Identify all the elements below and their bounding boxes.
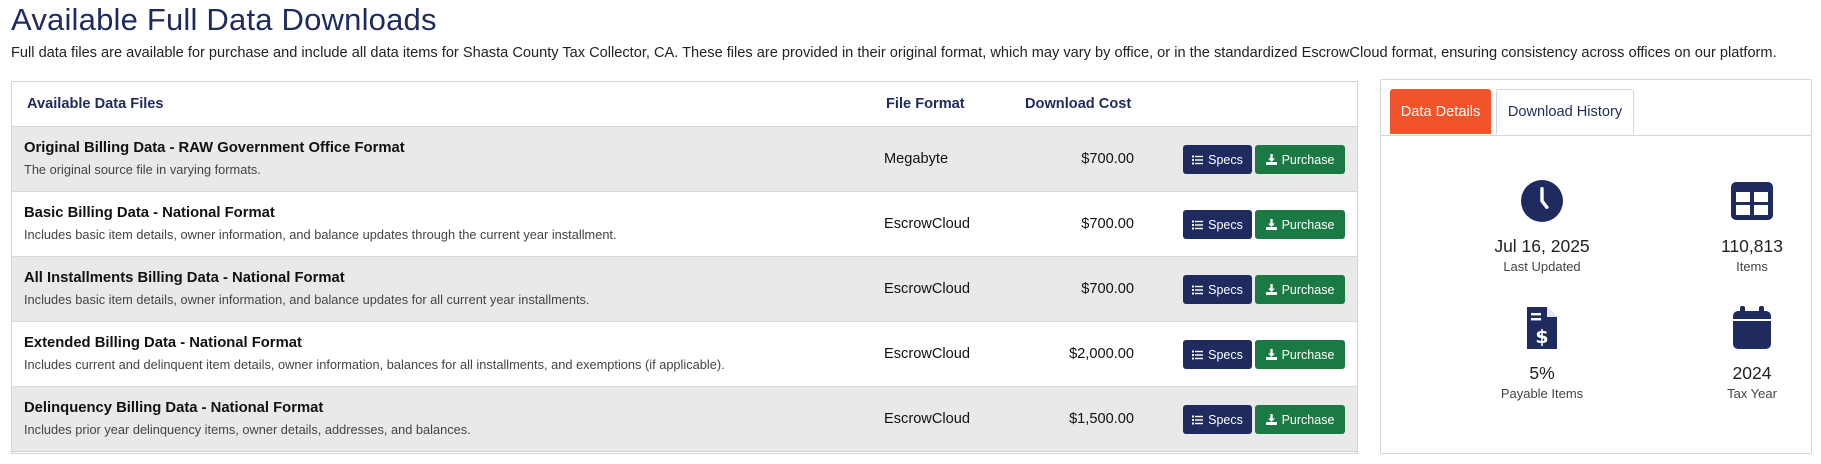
file-format: EscrowCloud [884, 411, 970, 427]
stat-label: Last Updated [1503, 259, 1581, 274]
list-icon [1192, 285, 1204, 294]
tab-data-details[interactable]: Data Details [1390, 89, 1491, 134]
list-icon [1192, 155, 1204, 164]
file-title: All Installments Billing Data - National… [24, 270, 345, 286]
specs-label: Specs [1208, 152, 1243, 167]
stat-label: Payable Items [1500, 386, 1584, 401]
file-format: EscrowCloud [884, 216, 970, 232]
specs-label: Specs [1208, 282, 1243, 297]
purchase-label: Purchase [1281, 347, 1335, 362]
purchase-button[interactable]: Purchase [1255, 275, 1345, 304]
table-row: Delinquency Billing Data - National Form… [12, 387, 1357, 452]
stat-tax-year: 2024 Tax Year [1662, 305, 1821, 401]
data-details-card: Data Details Download History Jul 16, 20… [1380, 79, 1812, 454]
list-icon [1192, 415, 1204, 424]
invoice-dollar-icon: $ [1527, 307, 1557, 349]
download-icon [1265, 414, 1277, 425]
specs-button[interactable]: Specs [1183, 210, 1252, 239]
stat-value: Jul 16, 2025 [1494, 236, 1590, 256]
purchase-button[interactable]: Purchase [1255, 340, 1345, 369]
download-icon [1265, 219, 1277, 230]
specs-button[interactable]: Specs [1183, 145, 1252, 174]
stat-items: 110,813 Items [1662, 178, 1821, 274]
header-available-files: Available Data Files [27, 96, 164, 112]
file-cost: $2,000.00 [1069, 346, 1134, 362]
list-icon [1192, 220, 1204, 229]
table-header: Available Data Files File Format Downloa… [12, 82, 1357, 127]
purchase-button[interactable]: Purchase [1255, 145, 1345, 174]
header-file-format: File Format [886, 96, 965, 112]
file-cost: $700.00 [1081, 216, 1134, 232]
stat-label: Items [1736, 259, 1768, 274]
specs-button[interactable]: Specs [1183, 405, 1252, 434]
specs-button[interactable]: Specs [1183, 275, 1252, 304]
page-title: Available Full Data Downloads [11, 2, 437, 37]
data-files-table: Available Data Files File Format Downloa… [11, 81, 1358, 454]
file-title: Delinquency Billing Data - National Form… [24, 400, 324, 416]
specs-label: Specs [1208, 347, 1243, 362]
specs-label: Specs [1208, 412, 1243, 427]
specs-button[interactable]: Specs [1183, 340, 1252, 369]
stat-label: Tax Year [1727, 386, 1777, 401]
table-row: Original Billing Data - RAW Government O… [12, 127, 1357, 192]
svg-text:$: $ [1535, 326, 1548, 348]
table-icon [1731, 182, 1773, 220]
file-description: The original source file in varying form… [24, 162, 261, 177]
file-title: Original Billing Data - RAW Government O… [24, 140, 405, 156]
calendar-icon [1733, 306, 1771, 349]
file-title: Basic Billing Data - National Format [24, 205, 275, 221]
details-tabs: Data Details Download History [1381, 80, 1811, 136]
purchase-label: Purchase [1281, 412, 1335, 427]
stat-value: 5% [1529, 363, 1555, 383]
tab-download-history[interactable]: Download History [1496, 89, 1634, 134]
file-cost: $700.00 [1081, 281, 1134, 297]
specs-label: Specs [1208, 217, 1243, 232]
download-icon [1265, 154, 1277, 165]
file-cost: $1,500.00 [1069, 411, 1134, 427]
table-row: All Installments Billing Data - National… [12, 257, 1357, 322]
stat-value: 2024 [1732, 363, 1772, 383]
file-description: Includes current and delinquent item det… [24, 357, 725, 372]
file-description: Includes basic item details, owner infor… [24, 292, 590, 307]
file-format: EscrowCloud [884, 346, 970, 362]
file-format: EscrowCloud [884, 281, 970, 297]
file-title: Extended Billing Data - National Format [24, 335, 302, 351]
clock-icon [1521, 180, 1563, 222]
table-row: Basic Billing Data - National Format Inc… [12, 192, 1357, 257]
stat-payable-items: $ 5% Payable Items [1452, 305, 1632, 401]
purchase-button[interactable]: Purchase [1255, 405, 1345, 434]
purchase-label: Purchase [1281, 217, 1335, 232]
stat-value: 110,813 [1721, 236, 1783, 256]
download-icon [1265, 349, 1277, 360]
list-icon [1192, 350, 1204, 359]
purchase-button[interactable]: Purchase [1255, 210, 1345, 239]
intro-text: Full data files are available for purcha… [11, 45, 1777, 61]
file-description: Includes prior year delinquency items, o… [24, 422, 471, 437]
file-cost: $700.00 [1081, 151, 1134, 167]
file-description: Includes basic item details, owner infor… [24, 227, 617, 242]
purchase-label: Purchase [1281, 152, 1335, 167]
stat-last-updated: Jul 16, 2025 Last Updated [1452, 178, 1632, 274]
table-row: Extended Billing Data - National Format … [12, 322, 1357, 387]
purchase-label: Purchase [1281, 282, 1335, 297]
file-format: Megabyte [884, 151, 949, 167]
download-icon [1265, 284, 1277, 295]
header-download-cost: Download Cost [1025, 96, 1132, 112]
